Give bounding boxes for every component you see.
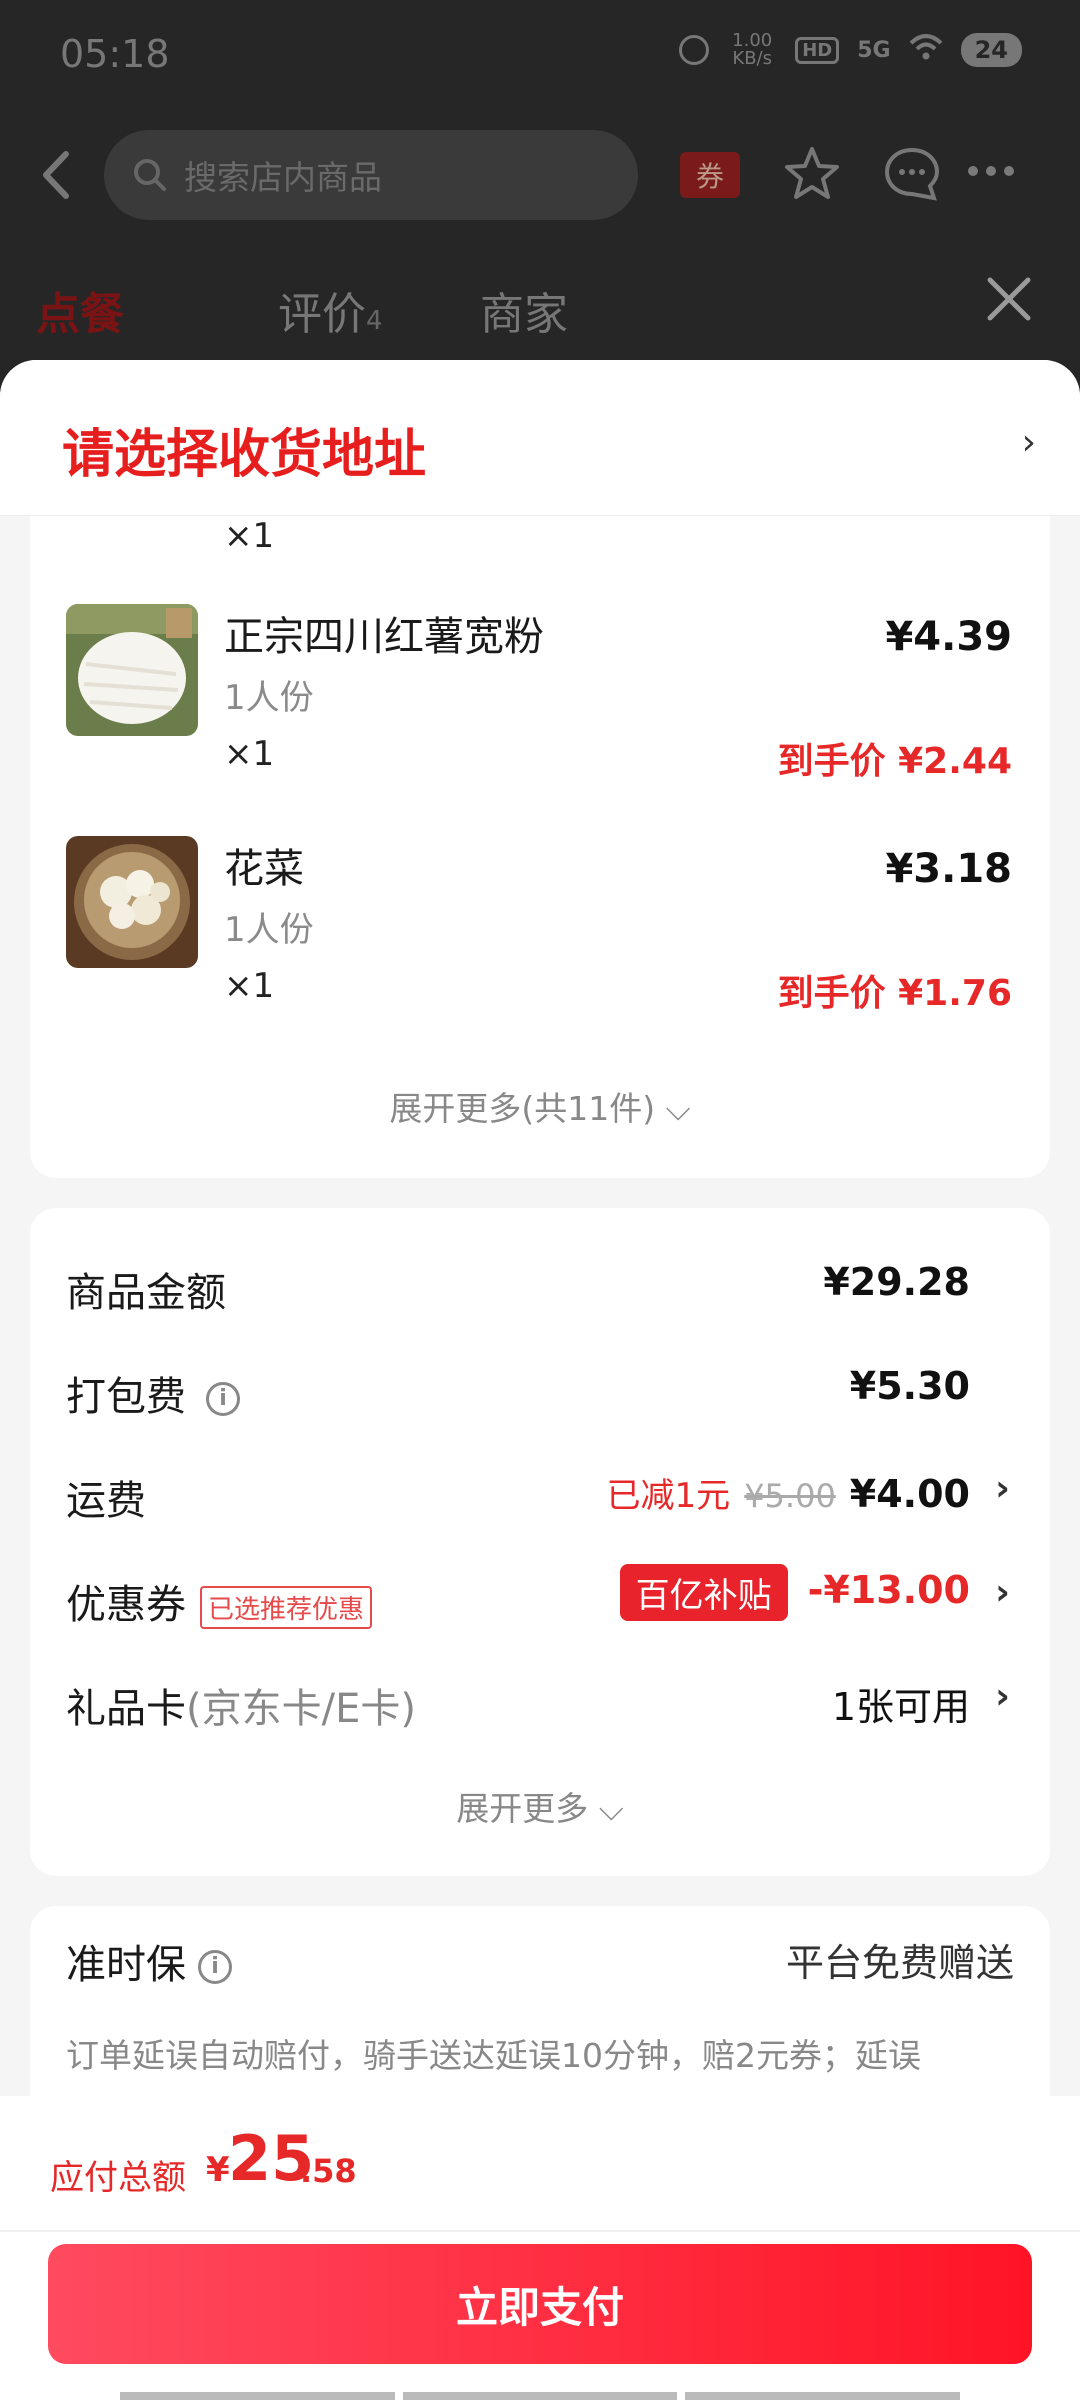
fee-summary-card: 商品金额 ¥29.28 打包费 i ¥5.30 运费 已减1元 ¥5.00 ¥4.00… (30, 1208, 1050, 1876)
total-amount-decimal: .58 (300, 2152, 357, 2190)
info-icon[interactable]: i (198, 1950, 232, 1984)
status-bar: 05:18 1.00 KB/s HD 5G 24 (0, 0, 1080, 110)
packing-fee-label: 打包费 i (66, 1364, 240, 1422)
chevron-right-icon: › (995, 1468, 1010, 1509)
coupon-value: 百亿补贴 -¥13.00 (619, 1564, 970, 1621)
store-tabs: 点餐 评价4 商家 (0, 278, 1080, 358)
item-qty: ×1 (224, 734, 275, 774)
coupon-label: 优惠券 已选推荐优惠 (66, 1572, 373, 1630)
net-speed: 1.00 KB/s (732, 30, 773, 69)
list-item: 花菜 1人份 ×1 ¥3.18 到手价 ¥1.76 (30, 836, 1050, 1036)
on-time-free-gift: 平台免费赠送 (785, 1941, 1014, 1985)
packing-fee-value: ¥5.30 (849, 1364, 970, 1408)
subsidy-badge: 百亿补贴 (619, 1564, 788, 1621)
total-currency: ¥ (206, 2150, 230, 2190)
status-time: 05:18 (60, 32, 170, 76)
checkout-footer: 应付总额 ¥ 25 .58 立即支付 (0, 2096, 1080, 2400)
store-topbar: 搜索店内商品 券 (0, 130, 1080, 220)
pay-now-button[interactable]: 立即支付 (48, 2244, 1032, 2364)
expand-fees-button[interactable]: 展开更多 ⌵ (30, 1782, 1050, 1830)
item-price: ¥3.18 (885, 846, 1012, 892)
total-label: 应付总额 (50, 2158, 186, 2198)
goods-amount-row: 商品金额 ¥29.28 (30, 1250, 1050, 1320)
item-final-price: 到手价 ¥1.76 (777, 973, 1012, 1014)
search-placeholder: 搜索店内商品 (184, 158, 382, 197)
info-icon[interactable]: i (206, 1382, 240, 1416)
status-icons: 1.00 KB/s HD 5G 24 (679, 32, 1022, 68)
item-spec: 1人份 (224, 678, 314, 718)
item-name: 正宗四川红薯宽粉 (224, 614, 544, 660)
gift-card-value: 1张可用 (831, 1685, 970, 1729)
tab-order[interactable]: 点餐 (36, 278, 124, 342)
on-time-description: 订单延误自动赔付，骑手送达延误10分钟，赔2元券；延误 (66, 2036, 921, 2075)
checkout-sheet: 请选择收货地址 › ×1 正宗四川红薯宽粉 1人份 ×1 ¥4.39 到手价 ¥… (0, 360, 1080, 2400)
delivery-fee-label: 运费 (66, 1478, 146, 1524)
delivery-fee-value: 已减1元 ¥5.00 ¥4.00 (606, 1472, 970, 1516)
address-selector[interactable]: 请选择收货地址 › (0, 360, 1080, 516)
alarm-icon (679, 35, 710, 65)
item-image-sweet-potato-noodles (66, 604, 198, 736)
divider (0, 2230, 1080, 2232)
order-items-card: ×1 正宗四川红薯宽粉 1人份 ×1 ¥4.39 到手价 ¥2.44 花菜 1人… (30, 516, 1050, 1178)
item-name: 花菜 (224, 846, 304, 892)
delivery-reduce: 已减1元 (606, 1476, 731, 1516)
gift-card-row[interactable]: 礼品卡(京东卡/E卡) 1张可用 › (30, 1666, 1050, 1736)
item-qty: ×1 (224, 516, 275, 556)
hd-icon: HD (795, 36, 840, 64)
item-price: ¥4.39 (885, 614, 1012, 660)
back-arrow-icon[interactable] (38, 150, 78, 200)
signal-icon: 5G (857, 37, 891, 63)
item-image-cauliflower (66, 836, 198, 968)
recommended-coupon-badge: 已选推荐优惠 (200, 1585, 373, 1629)
chevron-right-icon: › (1021, 422, 1036, 463)
store-search-input[interactable]: 搜索店内商品 (104, 130, 638, 220)
chevron-right-icon: › (995, 1676, 1010, 1717)
coupon-row[interactable]: 优惠券 已选推荐优惠 百亿补贴 -¥13.00 › (30, 1562, 1050, 1632)
goods-amount-value: ¥29.28 (823, 1260, 970, 1304)
packing-fee-row: 打包费 i ¥5.30 (30, 1354, 1050, 1424)
expand-items-button[interactable]: 展开更多(共11件) ⌵ (30, 1082, 1050, 1130)
gesture-bar (120, 2392, 961, 2400)
delivery-fee-row[interactable]: 运费 已减1元 ¥5.00 ¥4.00 › (30, 1458, 1050, 1528)
chevron-right-icon: › (995, 1572, 1010, 1613)
battery-indicator: 24 (960, 33, 1022, 67)
item-spec: 1人份 (224, 910, 314, 950)
search-icon (134, 159, 166, 191)
on-time-title: 准时保 i (66, 1932, 232, 1990)
tab-merchant[interactable]: 商家 (480, 278, 568, 342)
address-title: 请选择收货地址 (62, 425, 427, 485)
item-qty: ×1 (224, 966, 275, 1006)
background-page: 05:18 1.00 KB/s HD 5G 24 搜索店内商品 券 点餐 评价4… (0, 0, 1080, 400)
wifi-icon (909, 33, 943, 67)
list-item: 正宗四川红薯宽粉 1人份 ×1 ¥4.39 到手价 ¥2.44 (30, 604, 1050, 804)
more-options-icon[interactable] (968, 166, 1014, 176)
favorite-star-icon[interactable] (782, 144, 842, 208)
close-icon[interactable] (984, 274, 1034, 324)
item-final-price: 到手价 ¥2.44 (777, 741, 1012, 782)
delivery-original-price: ¥5.00 (744, 1477, 836, 1515)
tab-reviews[interactable]: 评价4 (278, 278, 383, 342)
coupon-button[interactable]: 券 (680, 152, 740, 198)
gift-card-label: 礼品卡(京东卡/E卡) (66, 1686, 416, 1732)
goods-amount-label: 商品金额 (66, 1270, 226, 1316)
chat-icon[interactable] (882, 144, 942, 208)
